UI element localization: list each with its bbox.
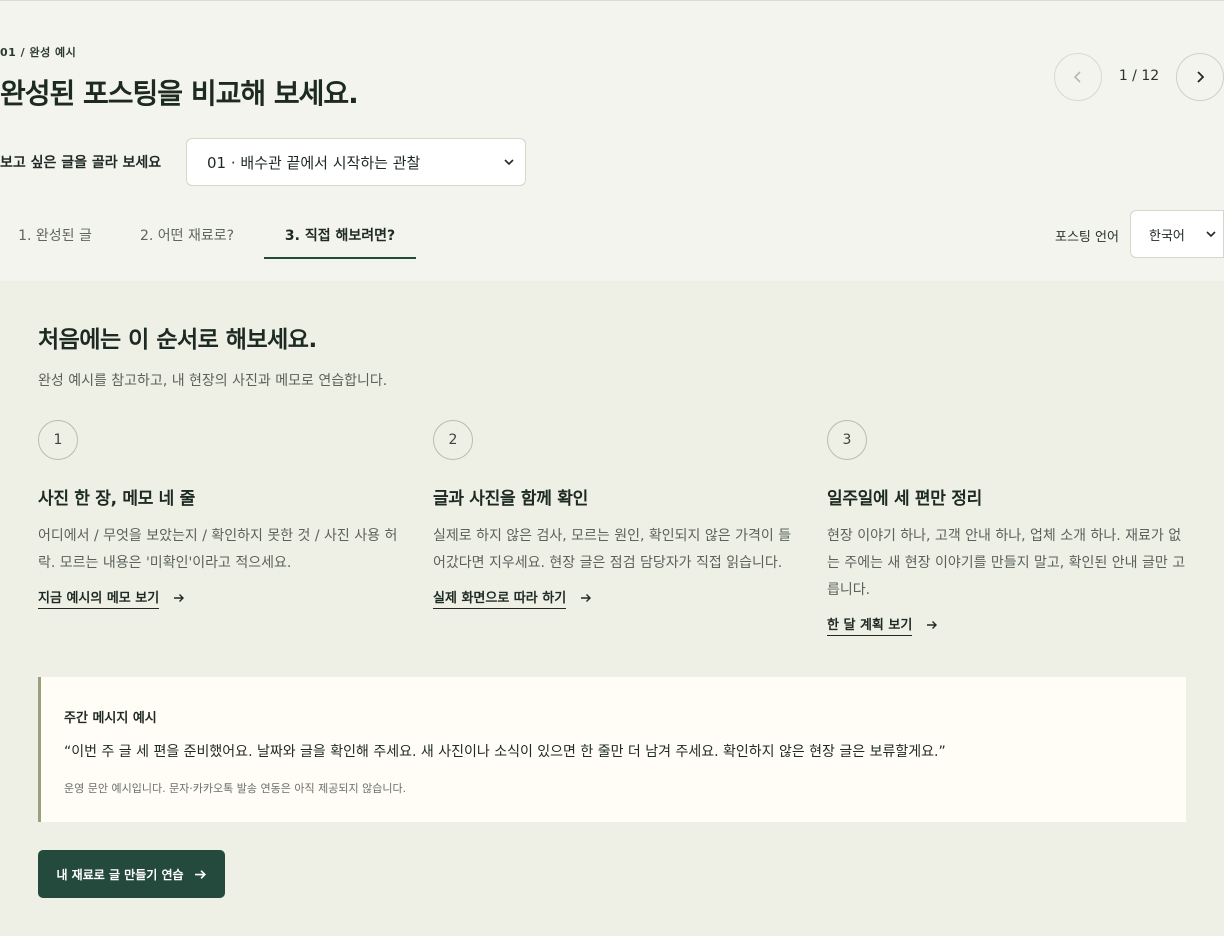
tab-try-yourself[interactable]: 3. 직접 해보려면? bbox=[264, 210, 416, 260]
message-note: 운영 문안 예시입니다. 문자·카카오톡 발송 연동은 아직 제공되지 않습니다… bbox=[64, 782, 407, 795]
practice-button-label: 내 재료로 글 만들기 연습 bbox=[56, 867, 184, 882]
step-1: 1 사진 한 장, 메모 네 줄 어디에서 / 무엇을 보았는지 / 확인하지 … bbox=[38, 420, 398, 609]
step-number: 3 bbox=[827, 420, 867, 460]
step-title: 일주일에 세 편만 정리 bbox=[827, 489, 982, 509]
pager: 1 / 12 bbox=[1054, 53, 1224, 101]
step-number: 2 bbox=[433, 420, 473, 460]
step-description: 어디에서 / 무엇을 보았는지 / 확인하지 못한 것 / 사진 사용 허락. … bbox=[38, 528, 398, 571]
post-picker-label: 보고 싶은 글을 골라 보세요 bbox=[0, 155, 162, 171]
eyebrow: 01 / 완성 예시 bbox=[0, 46, 77, 59]
step-description: 현장 이야기 하나, 고객 안내 하나, 업체 소개 하나. 재료가 없는 주에… bbox=[827, 528, 1186, 598]
step-link[interactable]: 실제 화면으로 따라 하기 bbox=[433, 587, 592, 609]
step-description: 실제로 하지 않은 검사, 모르는 원인, 확인되지 않은 가격이 들어갔다면 … bbox=[433, 528, 792, 571]
top-divider bbox=[0, 0, 1224, 1]
chevron-down-icon bbox=[504, 159, 514, 166]
practice-button[interactable]: 내 재료로 글 만들기 연습 bbox=[38, 850, 225, 898]
step-title: 글과 사진을 함께 확인 bbox=[433, 489, 588, 509]
arrow-right-icon bbox=[194, 869, 206, 879]
post-select[interactable]: 01 · 배수관 끝에서 시작하는 관찰 bbox=[186, 138, 526, 186]
chevron-left-icon bbox=[1073, 71, 1081, 83]
step-2: 2 글과 사진을 함께 확인 실제로 하지 않은 검사, 모르는 원인, 확인되… bbox=[433, 420, 793, 609]
tab-materials[interactable]: 2. 어떤 재료로? bbox=[122, 210, 252, 260]
language-select[interactable]: 한국어 bbox=[1130, 210, 1224, 258]
step-link-label: 지금 예시의 메모 보기 bbox=[38, 587, 160, 609]
language-label: 포스팅 언어 bbox=[1055, 230, 1119, 245]
step-link-label: 실제 화면으로 따라 하기 bbox=[433, 587, 567, 609]
page-title: 완성된 포스팅을 비교해 보세요. bbox=[0, 77, 359, 110]
step-link[interactable]: 한 달 계획 보기 bbox=[827, 614, 938, 636]
page-counter: 1 / 12 bbox=[1118, 68, 1160, 84]
step-title: 사진 한 장, 메모 네 줄 bbox=[38, 489, 195, 509]
next-button[interactable] bbox=[1176, 53, 1224, 101]
section-title: 처음에는 이 순서로 해보세요. bbox=[38, 327, 317, 353]
arrow-right-icon bbox=[581, 594, 592, 602]
chevron-right-icon bbox=[1197, 71, 1205, 83]
arrow-right-icon bbox=[927, 621, 938, 629]
step-link-label: 한 달 계획 보기 bbox=[827, 614, 913, 636]
weekly-message-example: 주간 메시지 예시 “이번 주 글 세 편을 준비했어요. 날짜와 글을 확인해… bbox=[38, 677, 1186, 822]
step-3: 3 일주일에 세 편만 정리 현장 이야기 하나, 고객 안내 하나, 업체 소… bbox=[827, 420, 1187, 636]
guide-panel: 처음에는 이 순서로 해보세요. 완성 예시를 참고하고, 내 현장의 사진과 … bbox=[0, 281, 1224, 936]
section-subtitle: 완성 예시를 참고하고, 내 현장의 사진과 메모로 연습합니다. bbox=[38, 373, 388, 389]
language-select-value: 한국어 bbox=[1149, 228, 1185, 244]
step-number: 1 bbox=[38, 420, 78, 460]
message-body: “이번 주 글 세 편을 준비했어요. 날짜와 글을 확인해 주세요. 새 사진… bbox=[64, 744, 946, 760]
post-select-value: 01 · 배수관 끝에서 시작하는 관찰 bbox=[207, 153, 421, 172]
message-title: 주간 메시지 예시 bbox=[64, 711, 157, 726]
step-link[interactable]: 지금 예시의 메모 보기 bbox=[38, 587, 185, 609]
arrow-right-icon bbox=[174, 594, 185, 602]
tab-finished-post[interactable]: 1. 완성된 글 bbox=[0, 210, 110, 260]
chevron-down-icon bbox=[1206, 231, 1216, 238]
previous-button[interactable] bbox=[1054, 53, 1102, 101]
